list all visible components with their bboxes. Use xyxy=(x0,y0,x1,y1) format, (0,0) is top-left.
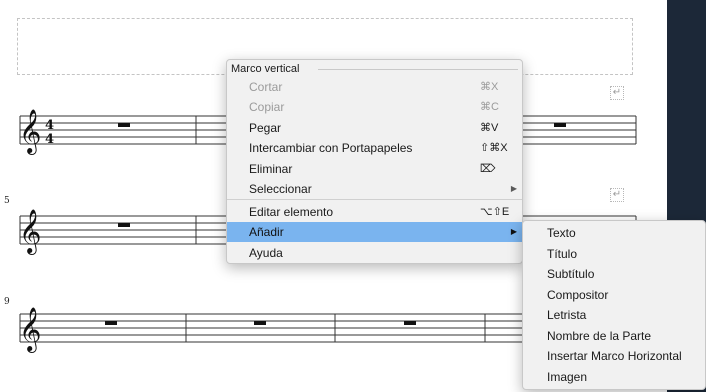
submenu-arrow-icon: ▶ xyxy=(510,184,517,193)
treble-clef-icon: 𝄞 xyxy=(19,209,41,255)
submenu-item-nombre-parte[interactable]: Nombre de la Parte xyxy=(523,326,705,346)
menu-item-shortcut: ⌘C xyxy=(480,101,499,113)
submenu-arrow-icon: ▶ xyxy=(510,227,517,236)
measure-number-9: 9 xyxy=(4,297,10,307)
menu-item-label: Eliminar xyxy=(249,162,293,176)
submenu-item-label: Nombre de la Parte xyxy=(547,329,652,343)
menu-item-pegar[interactable]: Pegar ⌘V xyxy=(227,118,522,138)
submenu-item-label: Imagen xyxy=(547,370,588,384)
submenu-item-titulo[interactable]: Título xyxy=(523,244,705,264)
menu-item-label: Añadir xyxy=(249,225,284,239)
context-menu[interactable]: Marco vertical Cortar ⌘X Copiar ⌘C Pegar… xyxy=(226,59,523,264)
submenu-item-label: Compositor xyxy=(547,288,609,302)
line-break-icon[interactable]: ↵ xyxy=(610,86,624,100)
menu-item-label: Seleccionar xyxy=(249,182,312,196)
time-signature-top: 4 xyxy=(45,118,54,133)
submenu-item-label: Texto xyxy=(547,226,576,240)
submenu-item-label: Letrista xyxy=(547,308,587,322)
menu-header-label: Marco vertical xyxy=(231,63,300,75)
whole-rest xyxy=(404,321,416,325)
submenu-item-texto[interactable]: Texto xyxy=(523,223,705,243)
menu-item-shortcut: ⇧⌘X xyxy=(480,142,508,154)
menu-item-intercambiar[interactable]: Intercambiar con Portapapeles ⇧⌘X xyxy=(227,138,522,158)
whole-rest xyxy=(254,321,266,325)
menu-item-shortcut: ⌘X xyxy=(480,81,499,93)
menu-separator xyxy=(227,199,522,200)
submenu-item-imagen[interactable]: Imagen xyxy=(523,367,705,387)
line-break-icon[interactable]: ↵ xyxy=(610,188,624,202)
whole-rest xyxy=(118,223,130,227)
submenu-item-label: Insertar Marco Horizontal xyxy=(547,349,682,363)
whole-rest xyxy=(118,123,130,127)
submenu-item-label: Título xyxy=(547,247,578,261)
submenu-item-letrista[interactable]: Letrista xyxy=(523,305,705,325)
menu-header: Marco vertical xyxy=(227,60,522,77)
treble-clef-icon: 𝄞 xyxy=(19,307,41,353)
menu-item-label: Intercambiar con Portapapeles xyxy=(249,141,413,155)
submenu-item-compositor[interactable]: Compositor xyxy=(523,285,705,305)
submenu-item-label: Subtítulo xyxy=(547,267,595,281)
whole-rest xyxy=(554,123,566,127)
menu-item-label: Ayuda xyxy=(249,246,283,260)
whole-rest xyxy=(105,321,117,325)
measure-number-5: 5 xyxy=(4,196,10,206)
time-signature-bottom: 4 xyxy=(45,132,54,147)
menu-item-label: Cortar xyxy=(249,80,283,94)
add-submenu[interactable]: Texto Título Subtítulo Compositor Letris… xyxy=(522,220,706,390)
menu-item-copiar[interactable]: Copiar ⌘C xyxy=(227,97,522,117)
menu-item-shortcut: ⌦ xyxy=(480,163,496,175)
menu-item-seleccionar[interactable]: Seleccionar ▶ xyxy=(227,179,522,199)
menu-item-cortar[interactable]: Cortar ⌘X xyxy=(227,77,522,97)
submenu-item-marco-horizontal[interactable]: Insertar Marco Horizontal xyxy=(523,346,705,366)
menu-item-label: Pegar xyxy=(249,121,282,135)
menu-item-ayuda[interactable]: Ayuda xyxy=(227,243,522,263)
menu-item-shortcut: ⌘V xyxy=(480,122,499,134)
menu-item-label: Copiar xyxy=(249,100,285,114)
menu-item-anadir[interactable]: Añadir ▶ xyxy=(227,222,522,242)
menu-header-line xyxy=(318,69,518,70)
menu-item-label: Editar elemento xyxy=(249,205,334,219)
submenu-item-subtitulo[interactable]: Subtítulo xyxy=(523,264,705,284)
menu-item-shortcut: ⌥⇧E xyxy=(480,206,510,218)
menu-item-eliminar[interactable]: Eliminar ⌦ xyxy=(227,159,522,179)
treble-clef-icon: 𝄞 xyxy=(19,109,41,155)
menu-item-editar-elemento[interactable]: Editar elemento ⌥⇧E xyxy=(227,202,522,222)
